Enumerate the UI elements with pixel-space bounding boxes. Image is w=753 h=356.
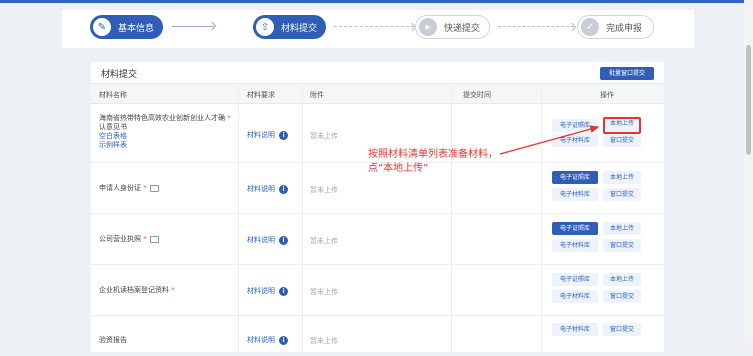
annotation-text: 按照材料清单列表准备材料， 点“本地上传”	[368, 148, 498, 176]
annotation-line: 按照材料清单列表准备材料，	[368, 149, 498, 160]
scrollbar-thumb[interactable]	[746, 45, 751, 155]
annotation-line: 点“本地上传”	[368, 163, 429, 174]
scrollbar[interactable]	[744, 0, 753, 343]
